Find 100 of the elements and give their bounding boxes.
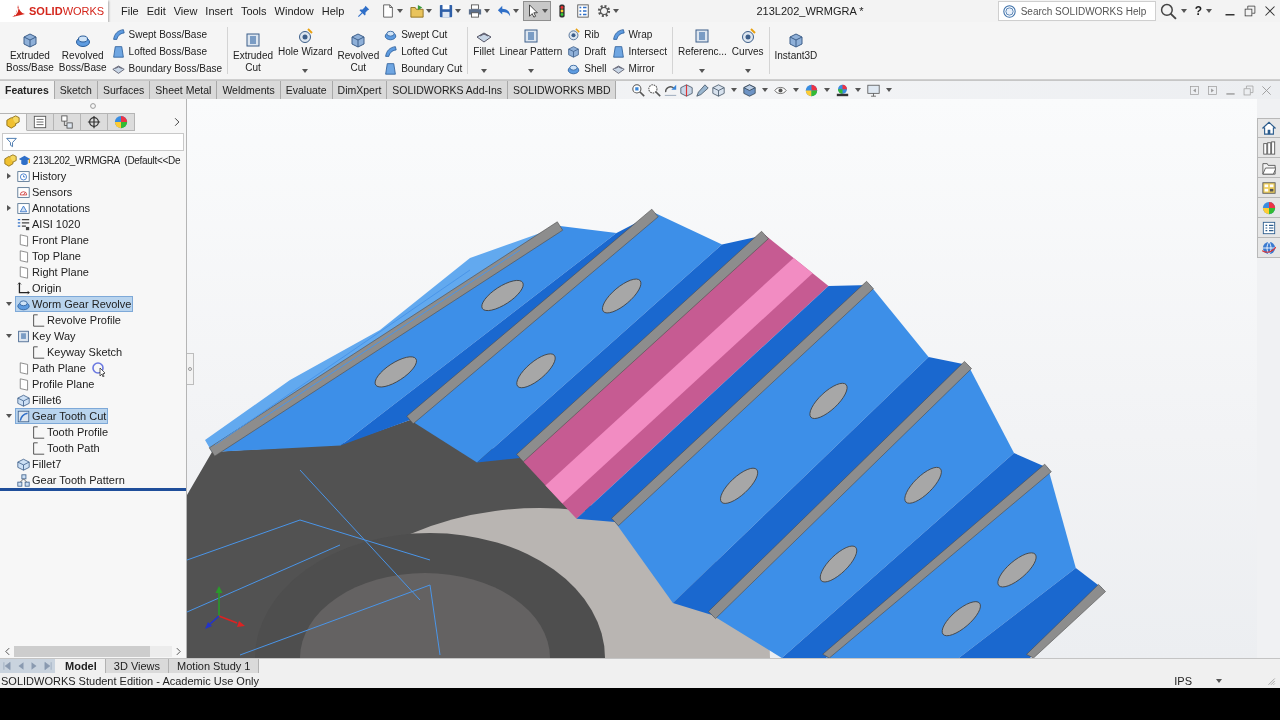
tree-item[interactable]: Path Plane (15, 360, 88, 376)
tab[interactable]: Sketch (54, 81, 98, 99)
caret-icon[interactable] (5, 413, 12, 419)
units-dropdown[interactable]: IPS (1174, 674, 1222, 687)
panel-resize-handle[interactable] (187, 353, 194, 385)
filter-field[interactable] (2, 133, 184, 151)
command-button[interactable]: Boundary Cut (382, 60, 465, 77)
command-button[interactable]: Draft (565, 43, 609, 60)
resize-grip-icon[interactable] (1266, 675, 1276, 686)
cube-icon[interactable] (712, 83, 726, 97)
tree-item[interactable]: Tooth Path (30, 440, 102, 456)
caret-icon[interactable] (1180, 9, 1187, 13)
curved-arrow-icon[interactable] (664, 83, 678, 97)
menu-item[interactable]: Help (317, 0, 349, 22)
command-button[interactable]: Lofted Boss/Base (109, 43, 224, 60)
menu-item[interactable]: Insert (201, 0, 237, 22)
tree-item[interactable]: Gear Tooth Pattern (15, 472, 127, 488)
search-field[interactable]: Search SOLIDWORKS Help (997, 1, 1156, 21)
tree-item[interactable]: Profile Plane (15, 376, 97, 392)
tree-item[interactable]: Front Plane (15, 232, 91, 248)
command-button[interactable]: Shell (565, 60, 609, 77)
task-pane-tab[interactable] (1257, 218, 1280, 238)
section-cube-icon[interactable] (680, 83, 694, 97)
color-ball-icon[interactable] (805, 83, 819, 97)
menu-item[interactable]: Window (270, 0, 318, 22)
menu-item[interactable]: View (169, 0, 202, 22)
command-button[interactable]: Mirror (609, 60, 669, 77)
tree-item[interactable]: Right Plane (15, 264, 91, 280)
panel-tab[interactable] (81, 113, 108, 131)
task-pane-tab[interactable] (1257, 198, 1280, 218)
scroll-right-icon[interactable] (174, 647, 183, 656)
command-button[interactable]: Instant3D (772, 22, 820, 79)
grip-dot-icon[interactable] (90, 103, 96, 109)
tree-item[interactable]: Fillet6 (15, 392, 64, 408)
tree-item[interactable]: Sensors (15, 184, 75, 200)
tab[interactable]: Surfaces (97, 81, 151, 99)
caret-icon[interactable] (731, 88, 738, 92)
tree-item[interactable]: 213L202_WRMGRA (Default<<De (2, 152, 183, 168)
command-button[interactable]: Wrap (609, 26, 669, 43)
search-icon[interactable] (1159, 2, 1177, 20)
pen-icon[interactable] (696, 83, 710, 97)
zoom-fit-icon[interactable] (632, 83, 646, 97)
tab[interactable]: SOLIDWORKS MBD (508, 81, 617, 99)
ball-on-stand-icon[interactable] (836, 83, 850, 97)
zoom-area-icon[interactable] (648, 83, 662, 97)
command-button[interactable]: Revolved Boss/Base (56, 22, 109, 79)
caret-icon[interactable] (793, 88, 800, 92)
menu-item[interactable]: Tools (236, 0, 271, 22)
caret-icon[interactable] (886, 88, 893, 92)
tree-item[interactable]: Origin (15, 280, 64, 296)
tab[interactable]: Motion Study 1 (169, 659, 260, 673)
task-pane-tab[interactable] (1257, 238, 1280, 258)
scroll-left-icon[interactable] (3, 647, 12, 656)
command-button[interactable]: Extruded Cut (231, 22, 276, 79)
restore-icon[interactable] (1244, 5, 1256, 17)
command-button[interactable]: Fillet (471, 22, 497, 79)
tree-item[interactable]: Keyway Sketch (30, 344, 125, 360)
command-button[interactable]: Rib (565, 26, 609, 43)
command-button[interactable]: Revolved Cut (335, 22, 382, 79)
command-button[interactable]: Boundary Boss/Base (109, 60, 224, 77)
caret-icon[interactable] (824, 88, 831, 92)
tree-item[interactable]: Tooth Profile (30, 424, 111, 440)
tab[interactable]: Sheet Metal (150, 81, 218, 99)
command-button[interactable]: Intersect (609, 43, 669, 60)
command-button[interactable]: Linear Pattern (497, 22, 565, 79)
command-button[interactable]: Referenc... (675, 22, 729, 79)
caret-icon[interactable] (5, 173, 12, 179)
help-menu-button[interactable]: ? (1194, 4, 1202, 18)
task-pane-tab[interactable] (1257, 118, 1280, 138)
tree-item[interactable]: Key Way (15, 328, 78, 344)
command-button[interactable]: Swept Boss/Base (109, 26, 224, 43)
close-icon[interactable] (1264, 5, 1276, 17)
tree-item[interactable]: AISI 1020 (15, 216, 83, 232)
tab[interactable]: Evaluate (280, 81, 333, 99)
tab[interactable]: 3D Views (105, 659, 170, 673)
tree-item[interactable]: Revolve Profile (30, 312, 123, 328)
caret-icon[interactable] (5, 205, 12, 211)
tree-item[interactable]: Annotations (15, 200, 93, 216)
tree-item[interactable]: Top Plane (15, 248, 83, 264)
caret-icon[interactable] (5, 333, 12, 339)
pushpin-icon[interactable] (358, 5, 371, 17)
tree-item[interactable]: Worm Gear Revolve (15, 296, 134, 312)
command-button[interactable]: Hole Wizard (276, 22, 335, 79)
task-pane-tab[interactable] (1257, 178, 1280, 198)
task-pane-tab[interactable] (1257, 158, 1280, 178)
command-button[interactable]: Extruded Boss/Base (4, 22, 56, 79)
command-button[interactable]: Curves (729, 22, 766, 79)
caret-icon[interactable] (5, 301, 12, 307)
tree-item[interactable]: Fillet7 (15, 456, 64, 472)
menu-item[interactable]: File (117, 0, 143, 22)
command-button[interactable]: Swept Cut (382, 26, 465, 43)
tab[interactable]: SOLIDWORKS Add-Ins (387, 81, 509, 99)
tab[interactable]: Features (0, 81, 55, 99)
caret-icon[interactable] (855, 88, 862, 92)
panel-tab[interactable] (27, 113, 54, 131)
tab[interactable]: Weldments (217, 81, 281, 99)
shaded-cube-icon[interactable] (743, 83, 757, 97)
tree-item[interactable]: History (15, 168, 69, 184)
tab[interactable]: DimXpert (332, 81, 388, 99)
toolbar-button[interactable] (523, 1, 552, 21)
